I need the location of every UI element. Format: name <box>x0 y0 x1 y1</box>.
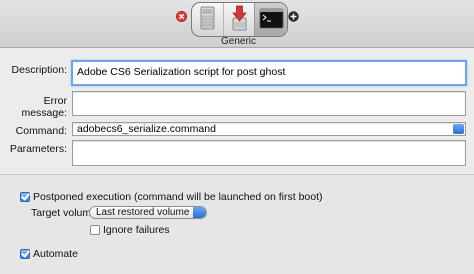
command-value: adobecs6_serialize.command <box>77 123 216 135</box>
automate-checkbox[interactable] <box>20 249 30 259</box>
add-icon[interactable] <box>288 11 299 22</box>
disk-icon <box>200 6 215 30</box>
toolbar-caption: Generic <box>220 36 256 47</box>
ignore-failures-label: Ignore failures <box>103 224 170 236</box>
command-form: Description: Adobe CS6 Serialization scr… <box>0 48 474 174</box>
target-volume-value: Last restored volume <box>96 207 190 218</box>
command-select[interactable]: adobecs6_serialize.command <box>72 122 466 136</box>
parameters-label: Parameters: <box>9 143 67 155</box>
chevron-down-icon <box>453 124 464 134</box>
parameters-field[interactable] <box>72 140 466 166</box>
toolbar: Generic <box>0 0 474 48</box>
options-panel: Postponed execution (command will be lau… <box>0 175 474 274</box>
download-action-button[interactable] <box>223 3 255 36</box>
target-volume-popup[interactable]: Last restored volume <box>89 206 207 219</box>
terminal-action-button[interactable] <box>254 3 287 36</box>
download-arrow-icon <box>232 5 247 31</box>
postponed-checkbox[interactable] <box>20 192 30 202</box>
action-segmented-control <box>191 2 288 37</box>
terminal-icon <box>259 8 284 29</box>
ignore-failures-checkbox[interactable] <box>90 225 100 235</box>
description-field[interactable]: Adobe CS6 Serialization script for post … <box>71 60 467 86</box>
error-message-field[interactable] <box>72 91 466 116</box>
popup-arrows-icon <box>193 207 206 218</box>
error-message-label: Error message: <box>21 95 67 119</box>
command-label: Command: <box>15 125 67 137</box>
postponed-label: Postponed execution (command will be lau… <box>33 191 323 203</box>
automate-label: Automate <box>33 248 78 260</box>
disk-action-button[interactable] <box>192 3 223 36</box>
description-label: Description: <box>11 64 67 76</box>
remove-icon[interactable] <box>176 11 187 22</box>
